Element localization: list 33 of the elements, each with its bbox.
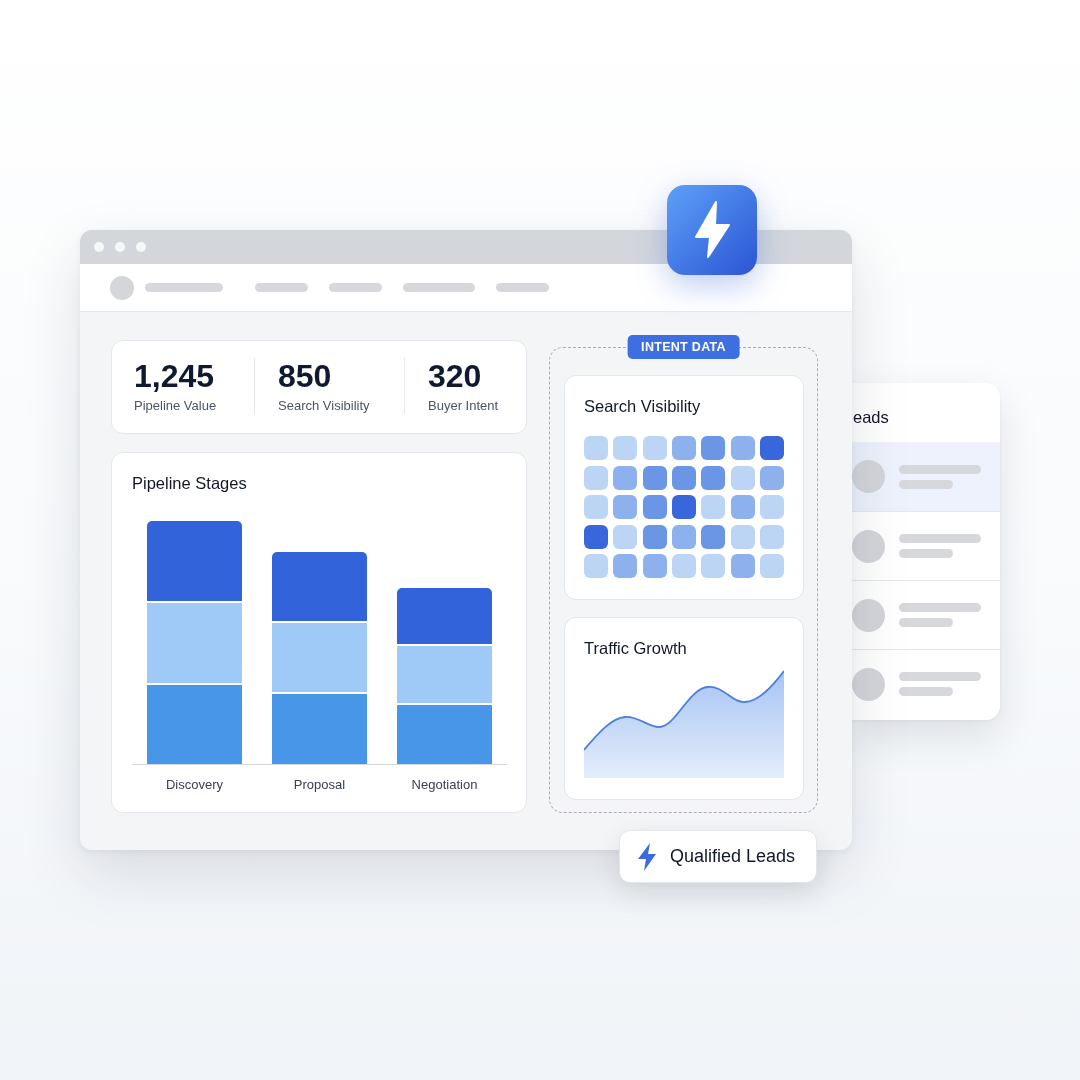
window-dot-icon	[136, 242, 146, 252]
placeholder-line	[899, 479, 953, 489]
placeholder-line	[403, 283, 475, 292]
stat-label: Buyer Intent	[428, 398, 500, 414]
stat-value: 850	[278, 358, 333, 394]
avatar-icon	[852, 529, 885, 563]
axis-label: Proposal	[292, 776, 347, 794]
placeholder-line	[255, 283, 308, 292]
placeholder-line	[899, 618, 953, 627]
placeholder-line	[496, 283, 549, 292]
avatar-icon	[852, 667, 885, 701]
avatar-icon	[852, 460, 885, 493]
lead-row[interactable]	[852, 442, 1000, 511]
stat-value: 320	[428, 358, 483, 394]
card-title: Traffic Growth	[584, 638, 688, 658]
window-dot-icon	[115, 242, 125, 252]
panel-title: eads	[852, 407, 889, 427]
stat-value: 1,245	[134, 358, 216, 394]
placeholder-line	[329, 283, 382, 292]
lightning-icon	[637, 842, 657, 871]
card-title: Search Visibility	[584, 396, 702, 416]
section-badge: INTENT DATA	[627, 335, 740, 359]
avatar-icon	[852, 598, 885, 632]
stat-label: Pipeline Value	[134, 398, 218, 414]
placeholder-line	[899, 549, 953, 558]
axis-label: Negotiation	[410, 776, 479, 794]
stat-label: Search Visibility	[278, 398, 371, 414]
qualified-leads-button[interactable]: Qualified Leads	[619, 830, 817, 883]
window-dot-icon	[94, 242, 104, 252]
logo-placeholder-icon	[110, 275, 134, 300]
axis-label: Discovery	[164, 776, 225, 794]
card-title: Pipeline Stages	[132, 473, 248, 493]
placeholder-line	[899, 687, 953, 696]
